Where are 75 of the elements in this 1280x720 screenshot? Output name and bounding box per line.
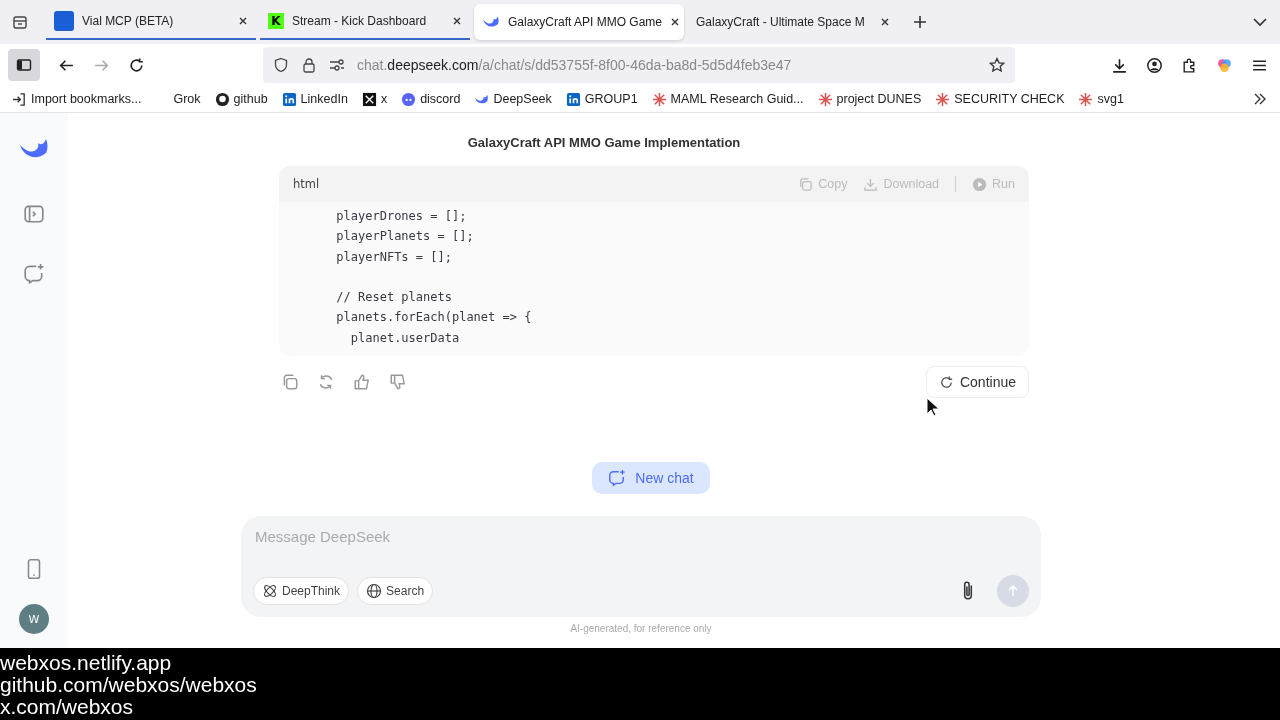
browser-tab[interactable]: GalaxyCraft API MMO Game <box>474 4 684 40</box>
bookmark-item[interactable]: MAML Research Guid... <box>651 91 804 107</box>
bookmark-item[interactable]: Import bookmarks... <box>12 91 142 107</box>
code-language-label: html <box>293 177 320 191</box>
new-tab-plus-icon[interactable] <box>912 14 928 30</box>
square-favicon-icon <box>54 11 74 31</box>
caption-text: webxos.netlify.app <box>0 652 173 674</box>
user-avatar[interactable]: W <box>19 604 49 634</box>
linkedin-logo-icon <box>281 91 297 107</box>
close-icon[interactable] <box>452 16 462 26</box>
shield-icon[interactable] <box>273 57 289 73</box>
globe-icon <box>366 583 383 600</box>
browser-tab[interactable]: Vial MCP (BETA) <box>46 4 256 40</box>
caption-text: github.com/webxos/webxos <box>0 674 258 696</box>
composer-toggle-button[interactable]: Search <box>357 577 434 606</box>
message-input[interactable]: Message DeepSeek <box>253 528 1029 546</box>
thumbs-up-icon[interactable] <box>353 373 371 392</box>
bookmark-item[interactable]: svg1 <box>1078 91 1124 107</box>
code-line: playerDrones = []; <box>335 208 468 225</box>
chat-title: GalaxyCraft API MMO Game Implementation <box>467 135 741 150</box>
bookmark-item[interactable]: discord <box>401 91 461 107</box>
starburst-icon <box>1078 91 1094 107</box>
sidebar-icon <box>16 57 32 73</box>
more-bookmarks-chevron-icon[interactable] <box>1252 91 1268 107</box>
new-chat-button[interactable]: New chat <box>592 462 710 495</box>
refresh-icon <box>938 374 954 390</box>
bookmark-item[interactable]: GROUP1 <box>565 91 638 107</box>
close-icon[interactable] <box>238 16 248 26</box>
browser-tab[interactable]: GalaxyCraft - Ultimate Space M <box>688 4 898 40</box>
thumbs-down-icon[interactable] <box>389 373 407 392</box>
continue-button[interactable]: Continue <box>925 366 1029 399</box>
star-icon[interactable] <box>989 57 1005 73</box>
bookmark-item[interactable]: Grok <box>173 92 201 106</box>
browser-tab[interactable]: K Stream - Kick Dashboard <box>260 4 470 40</box>
code-line: playerNFTs = []; <box>335 248 453 266</box>
lock-icon[interactable] <box>301 57 317 73</box>
bookmark-item[interactable]: SECURITY CHECK <box>935 91 1065 107</box>
x-logo-icon <box>361 91 377 107</box>
composer-toggle-button[interactable]: DeepThink <box>253 577 350 606</box>
bookmark-item[interactable]: DeepSeek <box>474 91 552 107</box>
close-icon[interactable] <box>880 17 890 27</box>
code-line: playerPlanets = []; <box>335 228 475 246</box>
code-line: planet.userData <box>349 329 461 347</box>
starburst-icon <box>651 91 667 107</box>
starburst-icon <box>817 91 833 107</box>
disclaimer-text: AI-generated, for reference only <box>570 623 712 635</box>
bookmark-item[interactable]: project DUNES <box>817 91 922 107</box>
copy-icon[interactable] <box>281 373 299 392</box>
new-chat-bubble-icon[interactable] <box>23 263 45 285</box>
linkedin-logo-icon <box>565 91 581 107</box>
tab-overview-icon[interactable] <box>12 14 28 30</box>
import-icon <box>12 91 27 107</box>
download-icon[interactable] <box>1111 56 1128 74</box>
code-line: planets.forEach(planet => { <box>335 309 533 327</box>
colorful-logo-icon[interactable] <box>1216 56 1233 74</box>
discord-logo-icon <box>401 91 417 107</box>
atom-icon <box>262 583 278 600</box>
caption-text: x.com/webxos <box>0 696 134 718</box>
reload-icon[interactable] <box>128 56 145 74</box>
chat-bubble-plus-icon <box>608 469 627 488</box>
copy-icon <box>798 176 814 192</box>
account-icon[interactable] <box>1146 56 1163 74</box>
starburst-icon <box>935 91 951 107</box>
letter-favicon: K <box>268 13 284 29</box>
open-sidebar-icon[interactable] <box>23 203 45 225</box>
close-icon[interactable] <box>670 17 681 27</box>
bookmark-item[interactable]: github <box>214 91 268 107</box>
regenerate-icon[interactable] <box>317 373 335 392</box>
bookmark-item[interactable]: LinkedIn <box>281 91 348 107</box>
code-line: // Reset planets <box>335 289 453 307</box>
sidebar-toggle-button[interactable] <box>8 49 40 81</box>
permissions-sliders-icon[interactable] <box>329 57 345 73</box>
bookmark-item[interactable]: x <box>361 91 388 107</box>
play-icon <box>972 176 988 192</box>
download-icon <box>863 176 879 192</box>
